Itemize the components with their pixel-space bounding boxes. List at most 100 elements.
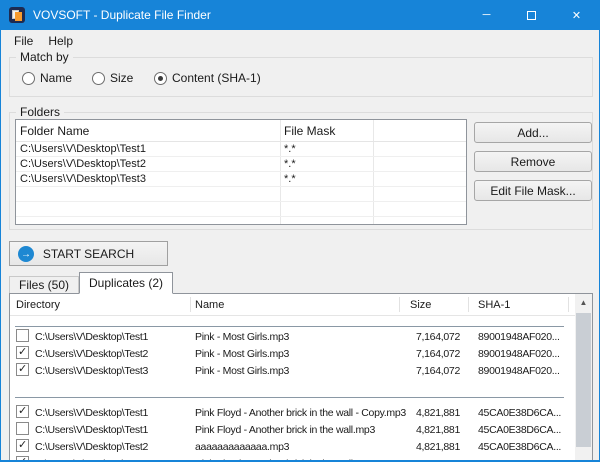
row-checkbox[interactable]: ✓ bbox=[16, 422, 29, 435]
cell-sha1: 89001948AF020... bbox=[478, 331, 560, 343]
minimize-icon: ─ bbox=[482, 9, 491, 21]
cell-sha1: 45CA0E38D6CA... bbox=[478, 456, 573, 460]
cell-name: Pink - Most Girls.mp3 bbox=[195, 331, 290, 343]
window-title: VOVSOFT - Duplicate File Finder bbox=[33, 8, 211, 22]
column-divider bbox=[468, 297, 469, 312]
add-button[interactable]: Add... bbox=[474, 122, 592, 143]
cell-name: Pink - Most Girls.mp3 bbox=[195, 348, 290, 360]
folder-path: C:\Users\V\Desktop\Test1 bbox=[20, 143, 146, 155]
start-search-button[interactable]: → START SEARCH bbox=[9, 241, 168, 266]
start-search-arrow-icon: → bbox=[18, 246, 34, 262]
radio-match-name[interactable]: Name bbox=[22, 71, 72, 85]
close-icon: ✕ bbox=[571, 9, 582, 22]
name-column-header[interactable]: Name bbox=[195, 299, 224, 311]
check-icon: ✓ bbox=[18, 363, 27, 375]
radio-label: Name bbox=[40, 71, 73, 85]
cell-directory: C:\Users\V\Desktop\Test1 bbox=[35, 407, 149, 419]
folder-name-column-header[interactable]: Folder Name bbox=[20, 124, 89, 138]
scroll-thumb[interactable] bbox=[576, 313, 591, 447]
cell-name: Pink Floyd - Another brick in the wall -… bbox=[195, 407, 406, 419]
menu-item-file[interactable]: File bbox=[14, 34, 33, 48]
cell-directory: C:\Users\V\Desktop\Test1 bbox=[35, 424, 149, 436]
folder-path: C:\Users\V\Desktop\Test3 bbox=[20, 173, 146, 185]
tab-files[interactable]: Files (50) bbox=[9, 276, 80, 293]
duplicate-row[interactable]: ✓ C:\Users\V\Desktop\Test3 Pink - Most G… bbox=[10, 363, 570, 380]
row-checkbox[interactable]: ✓ bbox=[16, 456, 29, 460]
edit-file-mask-button[interactable]: Edit File Mask... bbox=[474, 180, 592, 201]
cell-size: 4,821,881 bbox=[400, 456, 460, 460]
folders-table-header: Folder Name File Mask bbox=[16, 120, 466, 142]
match-by-groupbox: Match by Name Size Content (SHA-1) bbox=[9, 50, 593, 97]
cell-directory: C:\Users\V\Desktop\Test1 bbox=[35, 331, 149, 343]
radio-circle-icon bbox=[154, 71, 167, 85]
radio-match-size[interactable]: Size bbox=[92, 71, 133, 85]
radio-circle-icon bbox=[22, 71, 35, 85]
menu-item-help[interactable]: Help bbox=[48, 34, 73, 48]
radio-label: Size bbox=[110, 71, 134, 85]
start-search-label: START SEARCH bbox=[42, 246, 135, 261]
duplicate-row[interactable]: ✓ C:\Users\V\Desktop\Test1 Pink - Most G… bbox=[10, 329, 570, 346]
duplicates-header: Directory Name Size SHA-1 bbox=[10, 294, 592, 316]
duplicate-row[interactable]: ✓ C:\Users\V\Desktop\Test2 Pink - Most G… bbox=[10, 346, 570, 363]
vovsoft-logo-icon bbox=[9, 7, 25, 23]
duplicate-row[interactable]: ✓ C:\Users\V\Desktop\Test1 Pink Floyd - … bbox=[10, 405, 570, 422]
row-checkbox[interactable]: ✓ bbox=[16, 439, 29, 452]
size-column-header[interactable]: Size bbox=[410, 299, 431, 311]
cell-sha1: 45CA0E38D6CA... bbox=[478, 407, 562, 419]
file-mask-column-header[interactable]: File Mask bbox=[284, 124, 335, 138]
match-by-caption: Match by bbox=[16, 50, 73, 64]
empty-row bbox=[16, 217, 466, 224]
row-checkbox[interactable]: ✓ bbox=[16, 346, 29, 359]
maximize-icon bbox=[527, 10, 536, 20]
folder-row[interactable]: C:\Users\V\Desktop\Test3 *.* bbox=[16, 172, 466, 187]
cell-directory: C:\Users\V\Desktop\Test3 bbox=[35, 365, 149, 377]
app-window: VOVSOFT - Duplicate File Finder ─ ✕ File… bbox=[0, 0, 600, 462]
tab-duplicates[interactable]: Duplicates (2) bbox=[79, 272, 174, 294]
row-checkbox[interactable]: ✓ bbox=[16, 329, 29, 342]
group-separator bbox=[15, 397, 564, 398]
cell-size: 4,821,881 bbox=[415, 424, 460, 436]
radio-match-content-sha1[interactable]: Content (SHA-1) bbox=[154, 71, 261, 85]
empty-row bbox=[16, 202, 466, 217]
scroll-up-icon: ▲ bbox=[579, 297, 588, 307]
check-icon: ✓ bbox=[18, 439, 27, 451]
column-divider bbox=[190, 297, 191, 312]
cell-directory: C:\Users\V\Desktop\Test2 bbox=[35, 348, 149, 360]
row-checkbox[interactable]: ✓ bbox=[16, 405, 29, 418]
cell-sha1: 89001948AF020... bbox=[478, 348, 560, 360]
folder-row[interactable]: C:\Users\V\Desktop\Test1 *.* bbox=[16, 142, 466, 157]
cell-name: Pink - Most Girls.mp3 bbox=[195, 365, 290, 377]
scroll-up-button[interactable]: ▲ bbox=[575, 294, 592, 310]
folder-row[interactable]: C:\Users\V\Desktop\Test2 *.* bbox=[16, 157, 466, 172]
cell-name: Pink Floyd - Another brick in the wall.m… bbox=[195, 456, 407, 460]
file-mask: *.* bbox=[284, 143, 296, 155]
folders-table: Folder Name File Mask C:\Users\V\Desktop… bbox=[15, 119, 467, 225]
check-icon: ✓ bbox=[18, 346, 27, 358]
tab-duplicates-label: Duplicates (2) bbox=[89, 276, 164, 290]
duplicate-row[interactable]: ✓ C:\Users\V\Desktop\Test2 Pink Floyd - … bbox=[10, 456, 573, 460]
empty-row bbox=[16, 187, 466, 202]
directory-column-header[interactable]: Directory bbox=[16, 299, 60, 311]
window-controls: ─ ✕ bbox=[464, 0, 599, 30]
duplicate-row[interactable]: ✓ C:\Users\V\Desktop\Test1 Pink Floyd - … bbox=[10, 422, 570, 439]
column-divider bbox=[568, 297, 569, 312]
radio-circle-icon bbox=[92, 71, 105, 85]
cell-size: 4,821,881 bbox=[415, 407, 460, 419]
row-checkbox[interactable]: ✓ bbox=[16, 363, 29, 376]
cell-sha1: 45CA0E38D6CA... bbox=[478, 424, 562, 436]
close-button[interactable]: ✕ bbox=[554, 0, 599, 30]
maximize-button[interactable] bbox=[509, 0, 554, 30]
vertical-scrollbar[interactable]: ▲ bbox=[575, 294, 592, 460]
remove-button[interactable]: Remove bbox=[474, 151, 592, 172]
check-icon: ✓ bbox=[18, 405, 27, 417]
cell-sha1: 45CA0E38D6CA... bbox=[478, 441, 562, 453]
cell-size: 4,821,881 bbox=[415, 441, 460, 453]
file-mask: *.* bbox=[284, 173, 296, 185]
cell-name: Pink Floyd - Another brick in the wall.m… bbox=[195, 424, 375, 436]
sha1-column-header[interactable]: SHA-1 bbox=[478, 299, 510, 311]
menubar: File Help bbox=[1, 30, 599, 51]
cell-size: 7,164,072 bbox=[415, 365, 460, 377]
radio-label: Content (SHA-1) bbox=[172, 71, 261, 85]
duplicate-row[interactable]: ✓ C:\Users\V\Desktop\Test2 aaaaaaaaaaaaa… bbox=[10, 439, 570, 456]
minimize-button[interactable]: ─ bbox=[464, 0, 509, 30]
